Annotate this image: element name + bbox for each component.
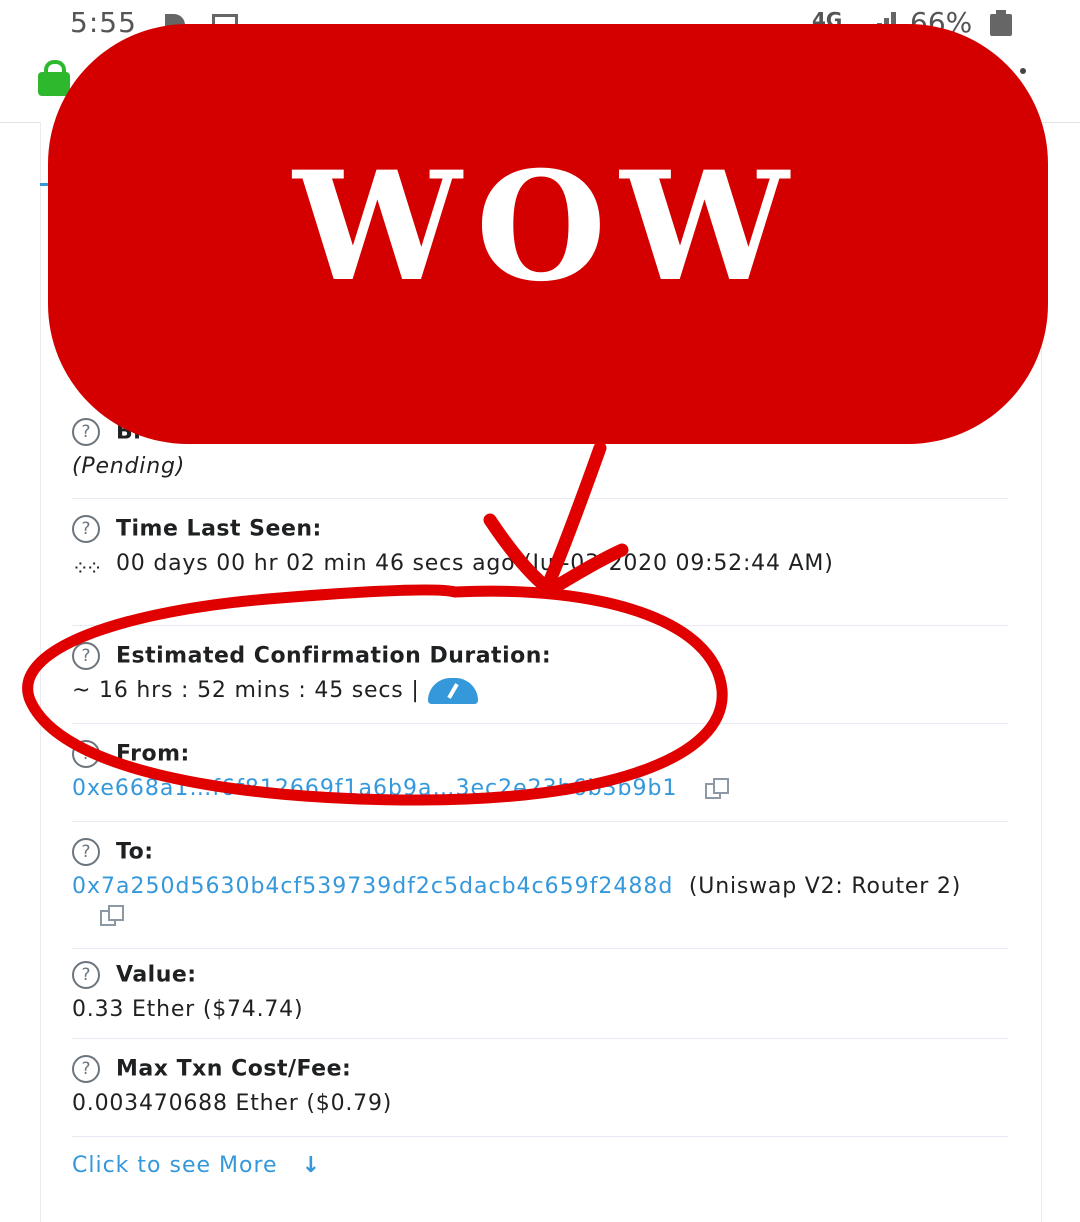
lock-icon[interactable] [38, 60, 70, 96]
see-more-row: Click to see More ↓ [72, 1153, 1008, 1178]
from-address-link[interactable]: 0xe668a1…f6f812669f1a6b9a…3ec2e23b6b3b9b… [72, 776, 677, 801]
gas-tracker-icon[interactable] [427, 678, 478, 704]
est-confirmation-row: ? Estimated Confirmation Duration: ~ 16 h… [72, 642, 1008, 705]
wow-text: WOW [293, 139, 803, 315]
est-confirmation-value: ~ 16 hrs : 52 mins : 45 secs | [72, 678, 420, 703]
divider [72, 821, 1008, 822]
copy-icon[interactable] [705, 778, 731, 800]
est-confirmation-label: Estimated Confirmation Duration: [116, 643, 552, 669]
wow-banner: WOW [48, 24, 1048, 444]
divider [72, 1136, 1008, 1137]
time-last-seen-label: Time Last Seen: [116, 516, 322, 542]
help-icon[interactable]: ? [72, 740, 100, 768]
to-contract-name: (Uniswap V2: Router 2) [688, 874, 962, 899]
overflow-menu-icon[interactable] [1020, 68, 1026, 74]
help-icon[interactable]: ? [72, 1055, 100, 1083]
divider [72, 948, 1008, 949]
spinner-icon: ⁘⁘ [72, 556, 103, 580]
divider [72, 625, 1008, 626]
status-time: 5:55 [70, 6, 137, 39]
divider [72, 723, 1008, 724]
value-row: ? Value: 0.33 Ether ($74.74) [72, 961, 1008, 1024]
max-fee-row: ? Max Txn Cost/Fee: 0.003470688 Ether ($0… [72, 1055, 1008, 1118]
from-label: From: [116, 741, 190, 767]
block-value: (Pending) [72, 454, 186, 479]
time-last-seen-value: 00 days 00 hr 02 min 46 secs ago (Jul-03… [116, 551, 834, 576]
to-row: ? To: 0x7a250d5630b4cf539739df2c5dacb4c65… [72, 838, 1008, 930]
value-label: Value: [116, 962, 197, 988]
help-icon[interactable]: ? [72, 515, 100, 543]
help-icon[interactable]: ? [72, 961, 100, 989]
divider [72, 1038, 1008, 1039]
divider [72, 498, 1008, 499]
help-icon[interactable]: ? [72, 418, 100, 446]
max-fee-label: Max Txn Cost/Fee: [116, 1056, 352, 1082]
see-more-link[interactable]: Click to see More [72, 1153, 278, 1178]
to-address-link[interactable]: 0x7a250d5630b4cf539739df2c5dacb4c659f248… [72, 874, 673, 899]
from-row: ? From: 0xe668a1…f6f812669f1a6b9a…3ec2e23… [72, 740, 1008, 803]
value-amount: 0.33 Ether ($74.74) [72, 997, 304, 1022]
max-fee-value: 0.003470688 Ether ($0.79) [72, 1091, 393, 1116]
to-label: To: [116, 839, 154, 865]
help-icon[interactable]: ? [72, 838, 100, 866]
help-icon[interactable]: ? [72, 642, 100, 670]
time-last-seen-row: ? Time Last Seen: ⁘⁘ 00 days 00 hr 02 min … [72, 515, 1008, 580]
arrow-down-icon[interactable]: ↓ [302, 1153, 320, 1178]
battery-icon [990, 10, 1012, 36]
copy-icon[interactable] [100, 905, 126, 927]
